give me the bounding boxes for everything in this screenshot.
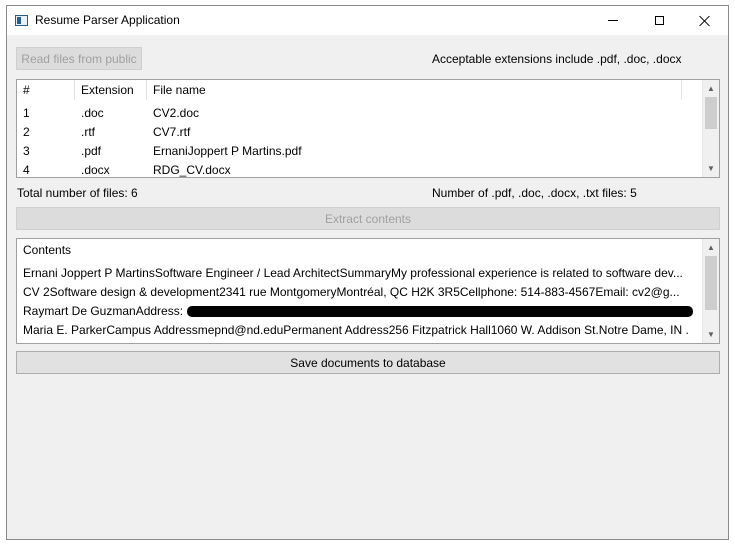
scrollbar-thumb[interactable] [705,97,717,129]
minimize-icon [608,20,618,21]
maximize-icon [654,16,664,25]
save-documents-button[interactable]: Save documents to database [16,351,720,374]
column-header-file-name[interactable]: File name [147,80,682,100]
files-table-scrollbar[interactable]: ▲ ▼ [702,80,719,177]
column-header-contents[interactable]: Contents [17,239,703,262]
chevron-up-icon[interactable]: ▲ [703,239,719,256]
total-files-label: Total number of files: 6 [17,186,138,200]
chevron-down-icon[interactable]: ▼ [703,160,719,177]
files-table[interactable]: # Extension File name 1 .doc CV2.doc 2 .… [16,79,720,178]
row-file-name: CV7.rtf [153,125,191,139]
app-window: Resume Parser Application Read files fro… [6,5,729,540]
redaction-bar [187,306,693,317]
title-bar[interactable]: Resume Parser Application [7,6,728,35]
column-header-number[interactable]: # [17,80,75,100]
content-text: Raymart De GuzmanAddress: [23,304,184,318]
scrollbar-thumb[interactable] [705,256,717,310]
contents-table[interactable]: Contents Ernani Joppert P MartinsSoftwar… [16,238,720,344]
app-window-icon [15,15,28,26]
row-extension: .pdf [81,144,102,158]
table-row[interactable]: 3 .pdf ErnaniJoppert P Martins.pdf [17,142,703,161]
content-text: Maria E. ParkerCampus Addressmepnd@nd.ed… [23,323,689,337]
extensions-note: Acceptable extensions include .pdf, .doc… [432,52,682,66]
column-header-extension[interactable]: Extension [75,80,147,100]
supported-files-label: Number of .pdf, .doc, .docx, .txt files:… [432,186,637,200]
row-number: 3 [23,144,30,158]
chevron-up-icon[interactable]: ▲ [703,80,719,97]
table-row[interactable]: Raymart De GuzmanAddress: [17,302,693,321]
maximize-button[interactable] [636,6,682,35]
table-row[interactable]: CV 2Software design & development2341 ru… [17,283,689,302]
read-files-button[interactable]: Read files from public [16,47,142,70]
table-row[interactable]: 1 .doc CV2.doc [17,104,703,123]
row-extension: .docx [81,163,110,177]
close-icon [699,15,711,27]
files-table-header: # Extension File name [17,80,719,100]
contents-table-scrollbar[interactable]: ▲ ▼ [702,239,719,343]
row-number: 2 [23,125,30,139]
row-number: 4 [23,163,30,177]
row-number: 1 [23,106,30,120]
content-text: Ernani Joppert P MartinsSoftware Enginee… [23,266,683,280]
extract-contents-button[interactable]: Extract contents [16,207,720,230]
table-row[interactable]: Maria E. ParkerCampus Addressmepnd@nd.ed… [17,321,689,340]
row-file-name: ErnaniJoppert P Martins.pdf [153,144,302,158]
window-title: Resume Parser Application [35,13,180,27]
row-file-name: RDG_CV.docx [153,163,231,177]
row-extension: .doc [81,106,104,120]
content-text: CV 2Software design & development2341 ru… [23,285,680,299]
row-file-name: CV2.doc [153,106,200,120]
table-row[interactable]: Ernani Joppert P MartinsSoftware Enginee… [17,264,689,283]
minimize-button[interactable] [590,6,636,35]
table-row[interactable]: 2 .rtf CV7.rtf [17,123,703,142]
row-extension: .rtf [81,125,95,139]
close-button[interactable] [682,6,728,35]
table-row[interactable]: 4 .docx RDG_CV.docx [17,161,703,177]
chevron-down-icon[interactable]: ▼ [703,326,719,343]
